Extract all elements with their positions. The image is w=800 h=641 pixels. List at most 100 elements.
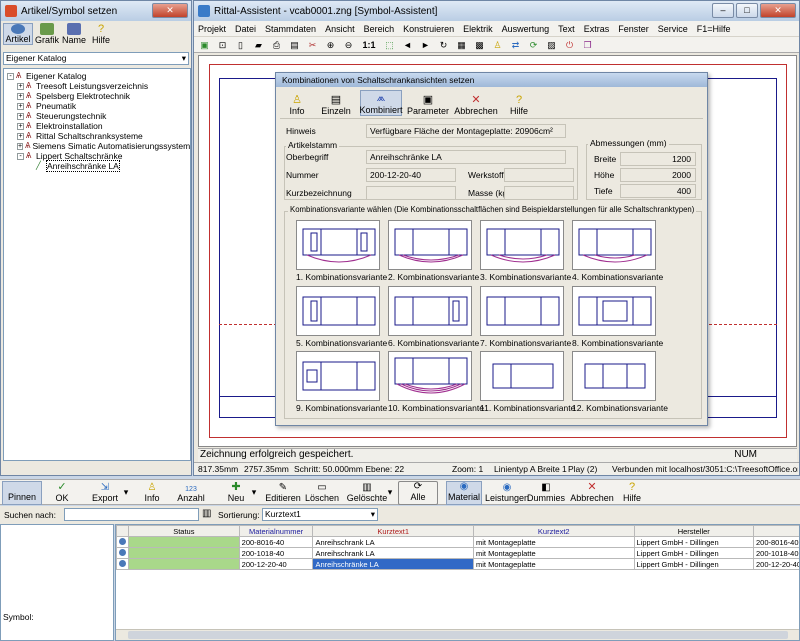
- preview-icon[interactable]: ▤: [288, 39, 301, 51]
- export-button[interactable]: ⇲ Export: [88, 481, 122, 505]
- table-row[interactable]: 200-8016-40 Anreihschrank LA mit Montage…: [116, 536, 799, 548]
- alle-button[interactable]: ⟳ Alle: [398, 481, 438, 505]
- table-header-materialnummer[interactable]: Materialnummer: [238, 525, 314, 537]
- open-icon[interactable]: ▰: [252, 39, 265, 51]
- expand-icon[interactable]: +: [17, 102, 24, 110]
- table-header-status[interactable]: Status: [128, 525, 240, 537]
- variant-button-10[interactable]: [388, 351, 472, 401]
- dialog-title[interactable]: Kombinationen von Schaltschrankansichten…: [276, 73, 707, 87]
- power-icon[interactable]: ⏻: [563, 39, 576, 51]
- grid-icon[interactable]: ▨: [545, 39, 558, 51]
- menu-ansicht[interactable]: Ansicht: [325, 24, 355, 34]
- menu-text[interactable]: Text: [558, 24, 575, 34]
- kurzbezeichnung-field[interactable]: [366, 186, 456, 200]
- oberbegriff-field[interactable]: Anreihschränke LA: [366, 150, 566, 164]
- new-icon[interactable]: ▯: [234, 39, 247, 51]
- table-row[interactable]: 200-1018-40 Anreihschrank LA mit Montage…: [116, 547, 799, 559]
- maximize-button[interactable]: □: [736, 3, 758, 18]
- material-button[interactable]: ◉ Material: [446, 481, 482, 505]
- menu-datei[interactable]: Datei: [235, 24, 256, 34]
- hilfe-button[interactable]: ? Hilfe: [618, 481, 646, 505]
- zoom-in-icon[interactable]: ⊕: [324, 39, 337, 51]
- variant-button-3[interactable]: [480, 220, 564, 270]
- variant-button-4[interactable]: [572, 220, 656, 270]
- sheet-icon[interactable]: ▣: [198, 39, 211, 51]
- close-button[interactable]: ✕: [152, 3, 188, 18]
- tree-node[interactable]: + Ѧ Steuerungstechnik: [4, 111, 190, 121]
- search-input[interactable]: [64, 508, 199, 521]
- table-header-hersteller[interactable]: Hersteller: [633, 525, 754, 537]
- anzahl-button[interactable]: 123 Anzahl: [174, 481, 208, 505]
- variant-button-8[interactable]: [572, 286, 656, 336]
- menu-konstruieren[interactable]: Konstruieren: [403, 24, 454, 34]
- table-header-extra[interactable]: [752, 525, 799, 537]
- tiefe-field[interactable]: 400: [620, 184, 696, 198]
- person-icon[interactable]: ♙: [491, 39, 504, 51]
- editieren-button[interactable]: ✎ Editieren: [264, 481, 302, 505]
- tree-node[interactable]: + Ѧ Spelsberg Elektrotechnik: [4, 91, 190, 101]
- tree-node[interactable]: + Ѧ Elektroinstallation: [4, 121, 190, 131]
- cut-icon[interactable]: ✂: [306, 39, 319, 51]
- kurztext1-cell[interactable]: Anreihschränke LA: [312, 558, 474, 570]
- neu-button[interactable]: ✚ Neu: [222, 481, 250, 505]
- collapse-icon[interactable]: -: [17, 152, 24, 160]
- book-icon[interactable]: ❐: [581, 39, 594, 51]
- variant-button-5[interactable]: [296, 286, 380, 336]
- sync-icon[interactable]: ⇄: [509, 39, 522, 51]
- scrollbar-thumb[interactable]: [128, 631, 788, 639]
- menu-projekt[interactable]: Projekt: [198, 24, 226, 34]
- tab-artikel[interactable]: Artikel: [3, 23, 33, 45]
- expand-icon[interactable]: +: [17, 112, 24, 120]
- variant-button-2[interactable]: [388, 220, 472, 270]
- menu-elektrik[interactable]: Elektrik: [463, 24, 493, 34]
- artikel-window-titlebar[interactable]: Artikel/Symbol setzen ✕: [1, 1, 191, 21]
- zoom-fit-icon[interactable]: ⬚: [383, 39, 396, 51]
- variant-button-12[interactable]: [572, 351, 656, 401]
- parameter-button[interactable]: ▣ Parameter: [407, 90, 449, 116]
- leistungen-button[interactable]: ◉ Leistungen: [485, 481, 529, 505]
- tree-node[interactable]: + Ѧ Treesoft Leistungsverzeichnis: [4, 81, 190, 91]
- pinnen-button[interactable]: Pinnen: [2, 481, 42, 505]
- main-window-titlebar[interactable]: Rittal-Assistent - vcab0001.zng [Symbol-…: [194, 1, 799, 21]
- geloeschte-dropdown[interactable]: ▾: [386, 481, 394, 505]
- menu-extras[interactable]: Extras: [584, 24, 610, 34]
- table-header-kurztext1[interactable]: Kurztext1: [312, 525, 474, 537]
- abbrechen-button[interactable]: ✕ Abbrechen: [570, 481, 614, 505]
- tree-node[interactable]: - Ѧ Eigener Katalog: [4, 71, 190, 81]
- tree-node[interactable]: + Ѧ Rittal Schaltschranksysteme: [4, 131, 190, 141]
- werkstoff-field[interactable]: [504, 168, 574, 182]
- minimize-button[interactable]: –: [712, 3, 734, 18]
- arrow-right-icon[interactable]: ►: [419, 39, 432, 51]
- menu-fenster[interactable]: Fenster: [618, 24, 649, 34]
- loeschen-button[interactable]: ▭ Löschen: [305, 481, 339, 505]
- expand-icon[interactable]: +: [17, 142, 24, 150]
- trash-icon[interactable]: ▥: [202, 508, 214, 521]
- expand-icon[interactable]: +: [17, 92, 24, 100]
- neu-dropdown[interactable]: ▾: [250, 481, 258, 505]
- sort-select[interactable]: Kurztext1 ▾: [262, 508, 378, 521]
- tab-hilfe[interactable]: ? Hilfe: [89, 23, 113, 45]
- tab-name[interactable]: Name: [61, 23, 87, 45]
- table-row-selected[interactable]: 200-12-20-40 Anreihschränke LA mit Monta…: [116, 558, 799, 570]
- menu-auswertung[interactable]: Auswertung: [502, 24, 550, 34]
- layers-icon[interactable]: ▦: [455, 39, 468, 51]
- tree-node[interactable]: + Ѧ Siemens Simatic Automatisierungssystem…: [4, 141, 190, 151]
- variant-button-9[interactable]: [296, 351, 380, 401]
- tree-node-selected[interactable]: ╱ Anreihschränke LA: [4, 160, 190, 172]
- hilfe-button[interactable]: ? Hilfe: [504, 90, 534, 116]
- variant-button-6[interactable]: [388, 286, 472, 336]
- zoom-1-1-button[interactable]: 1:1: [360, 39, 378, 51]
- einzeln-button[interactable]: ▤ Einzeln: [318, 90, 354, 116]
- collapse-icon[interactable]: -: [7, 72, 14, 80]
- expand-icon[interactable]: +: [17, 82, 24, 90]
- redraw-icon[interactable]: ↻: [437, 39, 450, 51]
- menu-service[interactable]: Service: [658, 24, 688, 34]
- dummies-button[interactable]: ◧ Dummies: [527, 481, 565, 505]
- table-icon[interactable]: ▩: [473, 39, 486, 51]
- expand-icon[interactable]: +: [17, 122, 24, 130]
- breite-field[interactable]: 1200: [620, 152, 696, 166]
- export-dropdown[interactable]: ▾: [122, 481, 130, 505]
- catalog-select[interactable]: Eigener Katalog ▾: [3, 52, 189, 65]
- info-button[interactable]: ♙ Info: [138, 481, 166, 505]
- menu-bereich[interactable]: Bereich: [364, 24, 395, 34]
